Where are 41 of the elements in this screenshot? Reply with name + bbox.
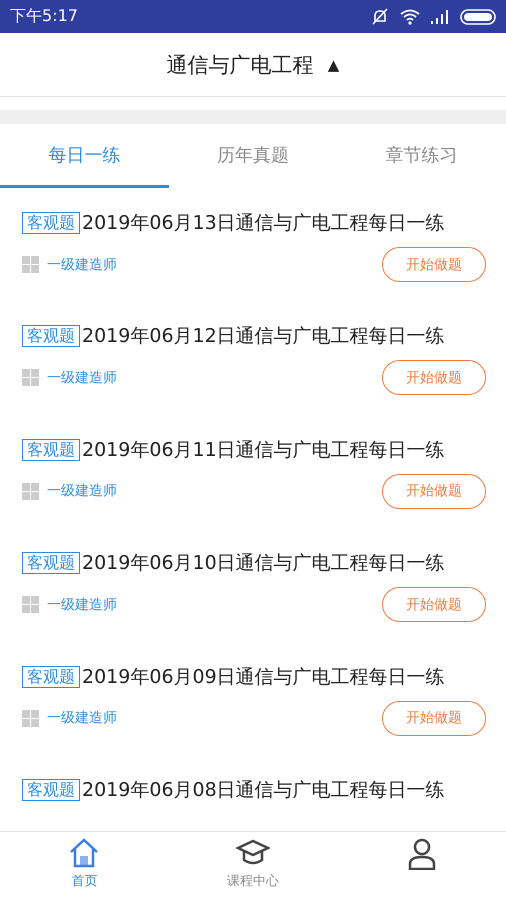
signal-icon [430,10,450,24]
grid-icon [22,482,39,500]
grid-icon [22,596,39,614]
grid-icon [22,256,39,273]
question-type-tag: 客观题 [22,438,80,461]
home-icon [68,838,100,868]
question-type-tag: 客观题 [22,212,80,234]
category-label: 一级建造师 [47,709,117,728]
caret-icon[interactable]: ▲ [328,56,340,74]
exercise-title[interactable]: 2019年06月09日通信与广电工程每日一练 [82,664,445,690]
battery-icon [460,8,496,24]
nav-item[interactable]: 课程中心 [168,832,338,900]
status-time: 下午5:17 [10,6,78,27]
category-label: 一级建造师 [47,596,117,614]
tab[interactable]: 每日一练 [0,124,169,188]
tab[interactable]: 历年真题 [168,124,338,188]
question-type-tag: 客观题 [22,666,80,688]
page-title[interactable]: 通信与广电工程 [166,50,314,78]
exercise-title[interactable]: 2019年06月11日通信与广电工程每日一练 [82,436,445,463]
muted-bell-icon [370,8,390,26]
question-type-tag: 客观题 [22,778,80,801]
start-button[interactable]: 开始做题 [382,360,486,396]
category-label: 一级建造师 [47,256,117,274]
start-button[interactable]: 开始做题 [382,700,486,736]
exercise-title[interactable]: 2019年06月08日通信与广电工程每日一练 [82,776,445,803]
grid-icon [22,710,39,727]
person-icon [406,838,437,870]
nav-item[interactable]: 首页 [0,832,169,900]
wifi-icon [400,8,420,24]
exercise-title[interactable]: 2019年06月12日通信与广电工程每日一练 [82,323,445,350]
category-label: 一级建造师 [47,482,117,500]
exercise-title[interactable]: 2019年06月10日通信与广电工程每日一练 [82,550,445,576]
exercise-title[interactable]: 2019年06月13日通信与广电工程每日一练 [82,210,445,236]
start-button[interactable]: 开始做题 [382,587,486,622]
category-label: 一级建造师 [47,368,117,387]
question-type-tag: 客观题 [22,552,80,574]
grid-icon [22,369,39,386]
question-type-tag: 客观题 [22,325,80,348]
tab[interactable]: 章节练习 [337,124,506,188]
start-button[interactable]: 开始做题 [382,474,486,509]
start-button[interactable]: 开始做题 [382,247,486,282]
